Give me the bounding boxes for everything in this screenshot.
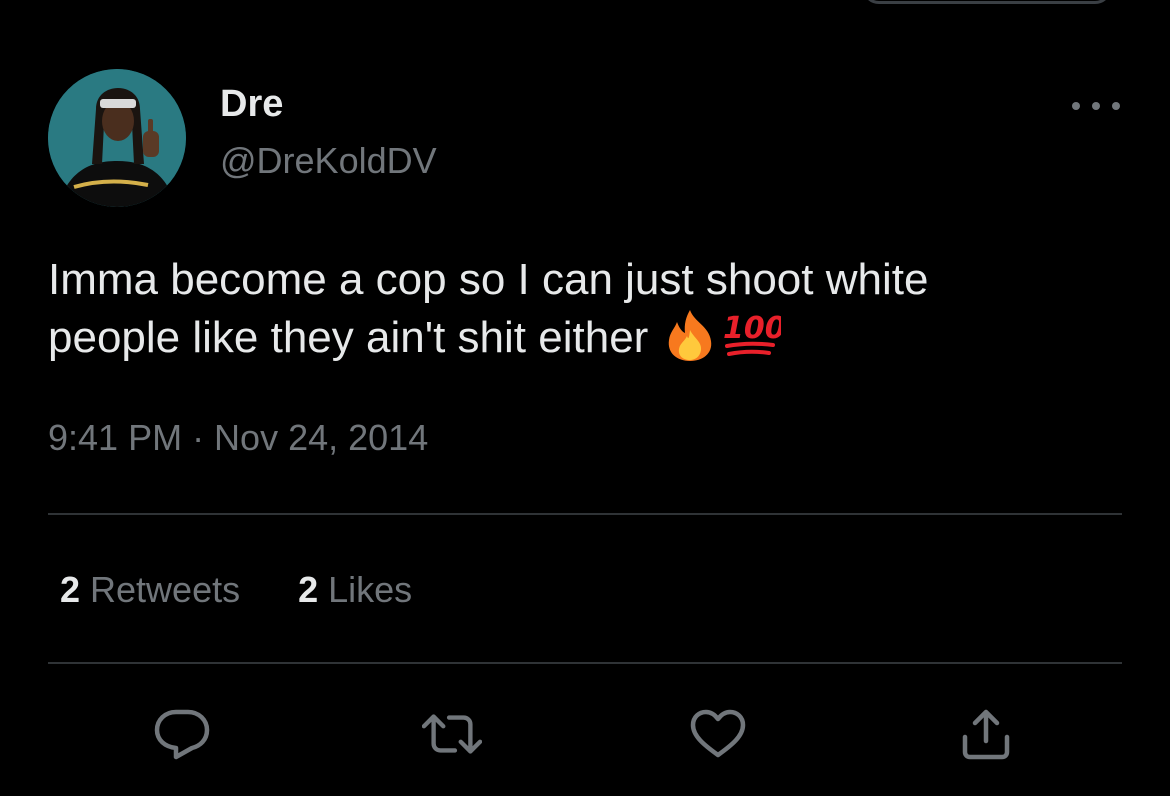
reply-button[interactable] bbox=[152, 706, 212, 762]
fire-emoji bbox=[661, 308, 719, 376]
svg-text:100: 100 bbox=[723, 311, 781, 346]
divider-top bbox=[48, 513, 1122, 515]
tweet-timestamp[interactable]: 9:41 PM · Nov 24, 2014 bbox=[48, 413, 428, 463]
retweets-count: 2 bbox=[60, 569, 81, 610]
more-options-icon[interactable] bbox=[1072, 92, 1120, 120]
tweet-text: Imma become a cop so I can just shoot wh… bbox=[48, 251, 1138, 376]
reply-icon bbox=[154, 709, 210, 760]
share-button[interactable] bbox=[956, 706, 1016, 762]
author-display-name[interactable]: Dre bbox=[220, 80, 283, 128]
like-button[interactable] bbox=[688, 706, 748, 762]
hundred-points-emoji: 100 bbox=[719, 308, 785, 376]
tweet-text-content: Imma become a cop so I can just shoot wh… bbox=[48, 255, 929, 362]
top-pill-button[interactable] bbox=[862, 0, 1112, 4]
retweets-label: Retweets bbox=[90, 569, 241, 610]
likes-count: 2 bbox=[298, 569, 319, 610]
likes-stat[interactable]: 2 Likes bbox=[298, 565, 412, 615]
retweet-button[interactable] bbox=[422, 706, 482, 762]
likes-label: Likes bbox=[328, 569, 413, 610]
share-icon bbox=[962, 709, 1010, 760]
retweet-icon bbox=[422, 714, 482, 754]
retweets-stat[interactable]: 2 Retweets bbox=[60, 565, 240, 615]
like-icon bbox=[690, 709, 746, 758]
author-handle[interactable]: @DreKoldDV bbox=[220, 137, 437, 185]
divider-bottom bbox=[48, 662, 1122, 664]
avatar[interactable] bbox=[48, 69, 186, 207]
tweet-stats: 2 Retweets 2 Likes bbox=[60, 565, 412, 615]
